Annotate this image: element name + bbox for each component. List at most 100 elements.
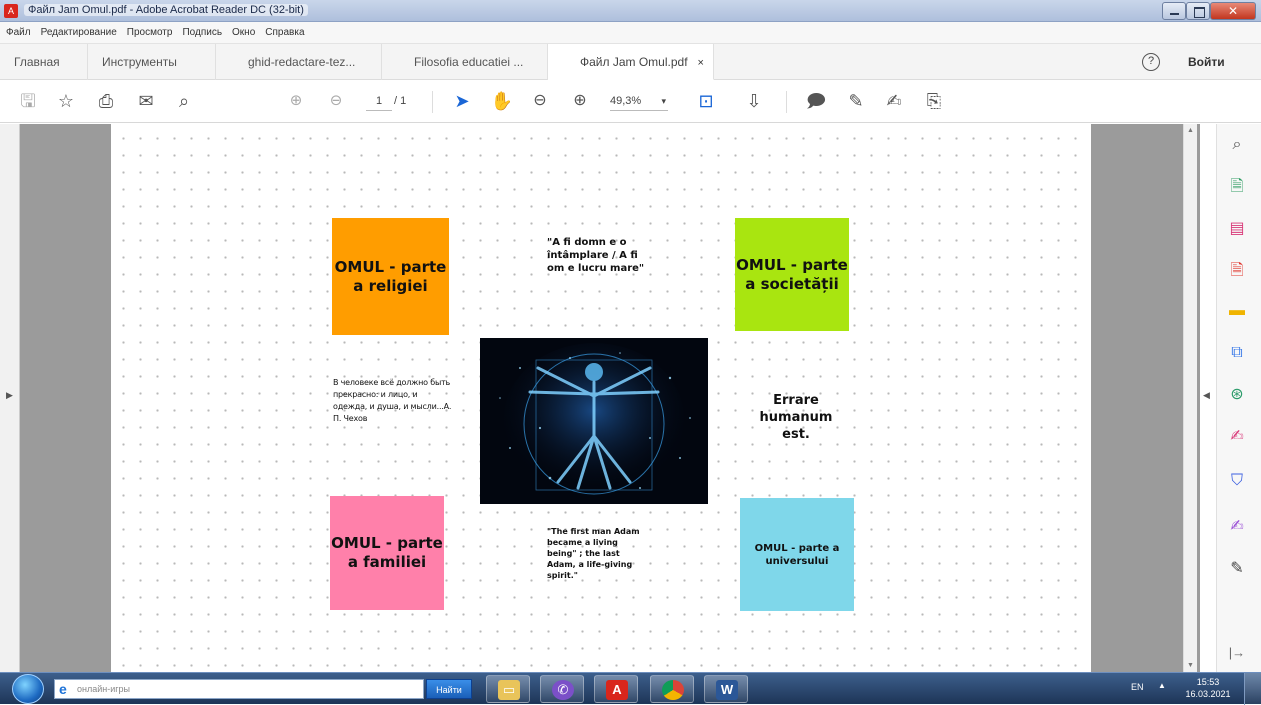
save-icon[interactable]: 🖫	[16, 89, 40, 113]
quote-adam: "The first man Adam became a living bein…	[547, 527, 640, 580]
viber-icon: ✆	[552, 680, 574, 700]
share-icon[interactable]: ⎘	[922, 89, 946, 113]
select-pointer-icon[interactable]: ➤	[450, 89, 474, 113]
quote-domn: "A fi domn e o întâmplare / A fi om e lu…	[547, 237, 645, 274]
word-icon: W	[716, 680, 738, 700]
taskbar-viber[interactable]: ✆	[540, 675, 584, 703]
tab-document-2[interactable]: Filosofia educatiei ...	[382, 44, 548, 80]
export-pdf-icon[interactable]: 🗎	[1226, 176, 1248, 198]
collapse-pane-arrow-icon[interactable]: ◀	[1203, 390, 1210, 401]
taskbar-chrome[interactable]	[650, 675, 694, 703]
hand-pan-icon[interactable]: ✋	[490, 89, 514, 113]
organize-pages-icon[interactable]: ▤	[1226, 218, 1248, 240]
sticky-note-family: OMUL - parte a familiei	[330, 496, 444, 610]
protect-icon[interactable]: ⛉	[1226, 470, 1248, 492]
pdf-page: OMUL - parte a religiei "A fi domn e o î…	[111, 124, 1091, 672]
start-button[interactable]	[12, 674, 44, 704]
tab-document-1[interactable]: ghid-redactare-tez...	[216, 44, 382, 80]
close-tab-icon[interactable]: ×	[698, 57, 704, 69]
system-clock[interactable]: 15:53 16.03.2021	[1180, 676, 1236, 700]
minimize-button[interactable]	[1162, 2, 1186, 20]
close-window-button[interactable]: ✕	[1210, 2, 1256, 20]
fit-page-icon[interactable]: ⊡	[694, 89, 718, 113]
menu-sign[interactable]: Подпись	[182, 22, 222, 44]
tab-document-1-label: ghid-redactare-tez...	[248, 55, 356, 69]
taskbar-search-input[interactable]: e онлайн-игры	[54, 679, 424, 699]
sticky-note-religion: OMUL - parte a religiei	[332, 218, 449, 335]
collapse-pane-icon[interactable]: |→	[1226, 642, 1248, 664]
zoom-in-icon[interactable]: ⊕	[568, 89, 592, 113]
page-number-input[interactable]: 1	[366, 91, 392, 111]
sticky-note-universe: OMUL - parte a universului	[740, 498, 854, 611]
menu-help[interactable]: Справка	[265, 22, 304, 44]
toolbar: 🖫 ☆ ⎙ ✉ ⌕ ⊕ ⊖ 1 / 1 ➤ ✋ ⊖ ⊕ 49,3% ▾ ⊡ ⇩ 🗩…	[0, 81, 1261, 123]
tab-bar: Главная Инструменты ghid-redactare-tez..…	[0, 44, 1261, 80]
fill-sign-icon[interactable]: ✍	[1226, 426, 1248, 448]
tab-document-3[interactable]: Файл Jam Omul.pdf ×	[548, 44, 714, 80]
search-zoom-icon[interactable]: ⌕	[172, 89, 196, 113]
tab-home[interactable]: Главная	[0, 44, 88, 80]
scan-icon[interactable]: ⊛	[1226, 384, 1248, 406]
create-pdf-icon[interactable]: 🗎	[1226, 260, 1248, 282]
chevron-down-icon: ▾	[661, 96, 666, 106]
zoom-level-select[interactable]: 49,3% ▾	[610, 91, 668, 111]
search-placeholder: онлайн-игры	[77, 684, 131, 694]
bookmark-star-icon[interactable]: ☆	[54, 89, 78, 113]
tab-tools[interactable]: Инструменты	[88, 44, 216, 80]
document-viewport[interactable]: ▶ OMUL - parte a religiei "A fi domn e o…	[0, 124, 1200, 672]
find-button[interactable]: Найти	[426, 679, 472, 699]
scroll-mode-icon[interactable]: ⇩	[742, 89, 766, 113]
show-desktop-button[interactable]	[1244, 673, 1261, 705]
email-icon[interactable]: ✉	[134, 89, 158, 113]
title-bar: A Файл Jam Omul.pdf - Adobe Acrobat Read…	[0, 0, 1261, 22]
taskbar-word[interactable]: W	[704, 675, 748, 703]
sign-icon[interactable]: ✍	[882, 89, 906, 113]
taskbar-acrobat[interactable]: A	[594, 675, 638, 703]
language-indicator[interactable]: EN	[1131, 682, 1144, 692]
print-icon[interactable]: ⎙	[94, 89, 118, 113]
zoom-out-icon[interactable]: ⊖	[528, 89, 552, 113]
maximize-button[interactable]	[1186, 2, 1210, 20]
menu-bar: Файл Редактирование Просмотр Подпись Окно Спр…	[0, 22, 1261, 44]
sign-in-button[interactable]: Войти	[1188, 44, 1225, 80]
tab-home-label: Главная	[14, 55, 60, 69]
left-nav-strip[interactable]: ▶	[0, 124, 20, 672]
menu-edit[interactable]: Редактирование	[41, 22, 117, 44]
zoom-value: 49,3%	[610, 95, 642, 107]
expand-nav-icon[interactable]: ▶	[6, 390, 13, 401]
chrome-icon	[662, 680, 684, 700]
menu-file[interactable]: Файл	[6, 22, 31, 44]
vertical-scrollbar[interactable]: ▲ ▼	[1183, 124, 1197, 672]
comment-icon[interactable]: 🗩	[804, 89, 828, 113]
vitruvian-man-image	[480, 338, 708, 504]
menu-window[interactable]: Окно	[232, 22, 255, 44]
tab-document-2-label: Filosofia educatiei ...	[414, 55, 524, 69]
page-down-icon[interactable]: ⊖	[324, 89, 348, 113]
help-icon[interactable]: ?	[1142, 53, 1160, 71]
taskbar-explorer[interactable]: ▭	[486, 675, 530, 703]
edit-pdf-icon[interactable]: ⧉	[1226, 342, 1248, 364]
more-tools-icon[interactable]: ✎	[1226, 558, 1248, 580]
zoom-icon[interactable]: ⌕	[1226, 134, 1248, 156]
page-up-icon[interactable]: ⊕	[284, 89, 308, 113]
window-title: Файл Jam Omul.pdf - Adobe Acrobat Reader…	[24, 4, 308, 16]
signature-icon[interactable]: ✍	[1226, 516, 1248, 538]
tools-pane: ⌕ 🗎 ▤ 🗎 ▬ ⧉ ⊛ ✍ ⛉ ✍ ✎ |→	[1216, 124, 1261, 672]
scroll-up-icon[interactable]: ▲	[1187, 127, 1194, 134]
page-total: / 1	[394, 95, 407, 107]
sticky-note-society: OMUL - parte a societății	[735, 218, 849, 331]
quote-chekhov: В человеке всё должно быть прекрасно: и …	[333, 378, 452, 423]
scroll-down-icon[interactable]: ▼	[1187, 662, 1194, 669]
windows-taskbar: e онлайн-игры Найти ▭ ✆ A W EN ▲ 15:53 1…	[0, 672, 1261, 705]
tab-document-3-label: Файл Jam Omul.pdf	[580, 55, 688, 69]
comment-icon[interactable]: ▬	[1226, 300, 1248, 322]
tray-expand-icon[interactable]: ▲	[1158, 681, 1166, 690]
acrobat-icon: A	[4, 4, 18, 18]
highlight-pen-icon[interactable]: ✎	[844, 89, 868, 113]
toolbar-divider	[786, 91, 787, 113]
errare-humanum-text: Errare humanum est.	[759, 393, 833, 442]
clock-date: 16.03.2021	[1185, 689, 1231, 699]
clock-time: 15:53	[1196, 677, 1220, 687]
menu-view[interactable]: Просмотр	[127, 22, 173, 44]
toolbar-divider	[432, 91, 433, 113]
